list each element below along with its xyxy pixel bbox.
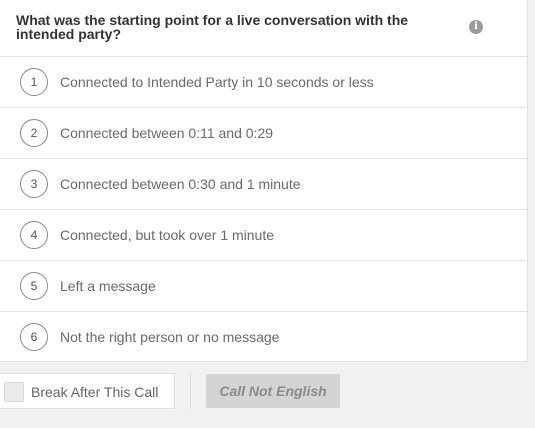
answer-option-1[interactable]: 1 Connected to Intended Party in 10 seco…: [0, 56, 527, 107]
question-text: What was the starting point for a live c…: [16, 12, 409, 42]
answer-option-2[interactable]: 2 Connected between 0:11 and 0:29: [0, 107, 527, 158]
break-after-call-checkbox[interactable]: [4, 382, 24, 402]
option-label: Connected, but took over 1 minute: [60, 227, 275, 243]
question-panel: What was the starting point for a live c…: [0, 0, 528, 362]
option-number-badge: 5: [20, 272, 48, 300]
option-label: Not the right person or no message: [60, 329, 280, 345]
option-label: Left a message: [60, 278, 156, 294]
answer-options-list: 1 Connected to Intended Party in 10 seco…: [0, 56, 527, 362]
answer-option-4[interactable]: 4 Connected, but took over 1 minute: [0, 209, 527, 260]
break-after-call-label: Break After This Call: [31, 384, 159, 400]
footer-divider: [190, 373, 191, 409]
answer-option-6[interactable]: 6 Not the right person or no message: [0, 311, 527, 362]
break-after-call-toggle[interactable]: Break After This Call: [0, 373, 175, 409]
option-label: Connected between 0:11 and 0:29: [60, 125, 274, 141]
option-number-badge: 3: [20, 170, 48, 198]
option-number-badge: 1: [20, 68, 48, 96]
option-number-badge: 2: [20, 119, 48, 147]
answer-option-5[interactable]: 5 Left a message: [0, 260, 527, 311]
info-icon[interactable]: i: [469, 20, 483, 34]
option-number-badge: 6: [20, 323, 48, 351]
option-label: Connected between 0:30 and 1 minute: [60, 176, 301, 192]
option-number-badge: 4: [20, 221, 48, 249]
answer-option-3[interactable]: 3 Connected between 0:30 and 1 minute: [0, 158, 527, 209]
call-not-english-button[interactable]: Call Not English: [206, 374, 340, 408]
option-label: Connected to Intended Party in 10 second…: [60, 74, 374, 90]
